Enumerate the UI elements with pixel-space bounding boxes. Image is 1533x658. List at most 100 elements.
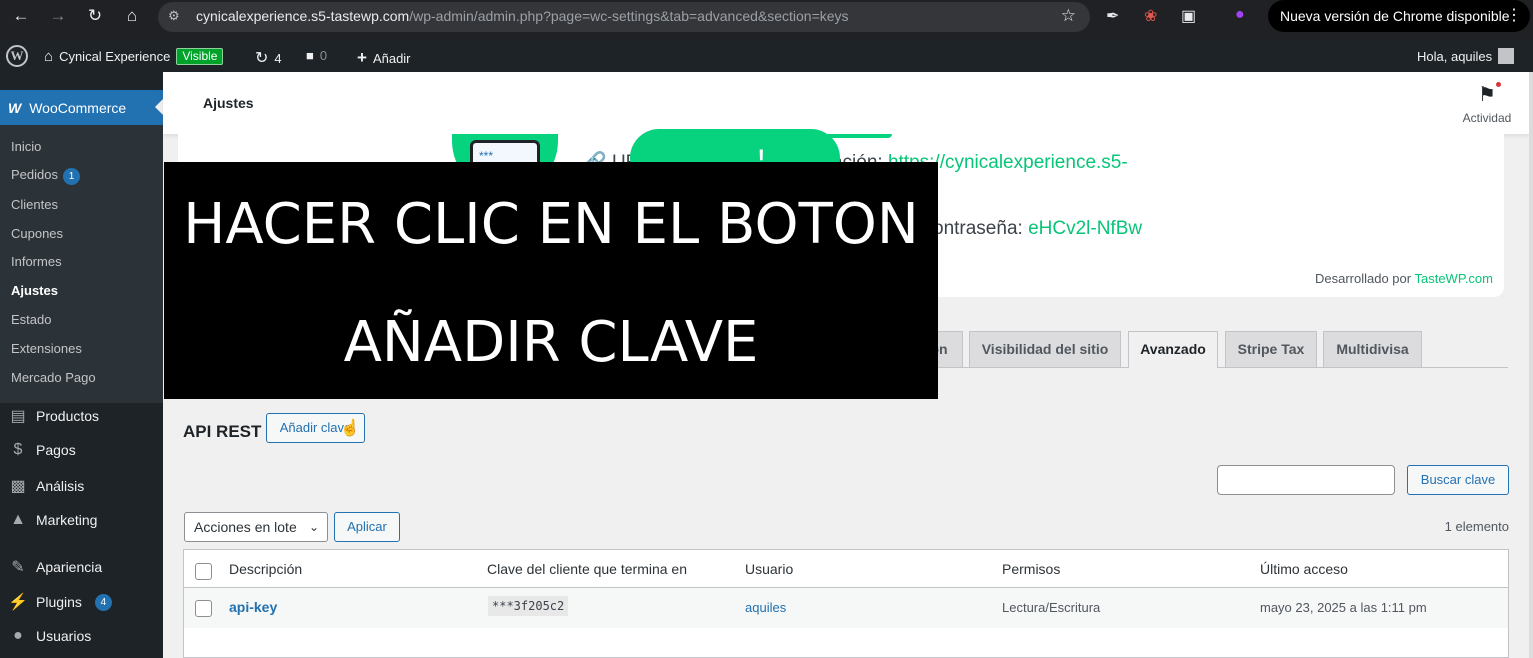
greeting-text: Hola, aquiles [1417,48,1493,64]
tastewp-credit: Desarrollado por TasteWP.com [1314,271,1493,286]
wordpress-logo-icon[interactable]: W [6,45,28,67]
comment-bubble-icon: ■ [306,48,314,63]
submenu-item-cupones[interactable]: Cupones [11,226,63,241]
add-new-link[interactable]: + Añadir [357,48,411,68]
woocommerce-submenu: Inicio Pedidos 1 Clientes Cupones Informe… [0,125,163,403]
password-line: ontraseña: eHCv2l-NfBw [933,218,1143,239]
forward-arrow-icon[interactable]: → [47,5,69,27]
key-last-access: mayo 23, 2025 a las 1:11 pm [1260,600,1427,615]
paintbrush-icon: ✎ [11,559,25,576]
plus-icon: + [357,48,367,67]
caption-line-1: HACER CLIC EN EL BOTON [183,192,919,257]
plugins-count-badge: 4 [94,593,112,611]
sidebar-item-productos[interactable]: ▤ Productos [8,406,99,426]
select-all-checkbox[interactable] [195,563,212,580]
apply-button[interactable]: Aplicar [334,512,400,542]
api-keys-table: Descripción Clave del cliente que termin… [183,549,1509,658]
update-notice-text: Nueva versión de Chrome disponible [1280,8,1510,24]
comments-link[interactable]: ■ 0 [306,48,327,63]
add-new-label: Añadir [372,50,411,66]
url-text: cynicalexperience.s5-tastewp.com/wp-admi… [196,8,849,24]
submenu-item-informes[interactable]: Informes [11,254,62,269]
browser-toolbar: ← → ↻ ⌂ ⚙ cynicalexperience.s5-tastewp.c… [0,0,1533,40]
site-name-link[interactable]: ⌂ Cynical Experience Visible [44,48,224,65]
sidebar-item-plugins[interactable]: ⚡ Plugins 4 [8,592,112,612]
col-permisos: Permisos [1002,561,1061,577]
caption-line-2: AÑADIR CLAVE [343,310,759,375]
col-ultimo-acceso[interactable]: Último acceso [1260,561,1348,577]
table-header: Descripción Clave del cliente que termin… [184,550,1508,588]
submenu-item-pedidos[interactable]: Pedidos 1 [11,167,80,185]
woocommerce-icon: W [8,99,22,116]
user-icon: ● [13,627,23,644]
plug-icon: ⚡ [8,594,28,611]
site-settings-icon[interactable]: ⚙ [168,8,180,24]
tastewp-link[interactable]: TasteWP.com [1414,271,1493,286]
updates-count: 4 [274,50,282,66]
account-menu[interactable]: Hola, aquiles [1417,48,1515,64]
bookmark-star-icon[interactable]: ☆ [1061,6,1076,26]
api-rest-heading: API REST [183,422,262,441]
updates-icon: ↻ [255,50,269,67]
page-scrollbar[interactable] [1529,72,1533,658]
tutorial-caption-overlay: HACER CLIC EN EL BOTON AÑADIR CLAVE [164,162,938,399]
avatar [1498,48,1515,64]
orders-count-badge: 1 [62,168,80,185]
woocommerce-header: Ajustes ⚑ Actividad [163,72,1529,134]
wp-admin-bar: W ⌂ Cynical Experience Visible ↻ 4 ■ 0 +… [0,40,1533,72]
box-icon: ▤ [10,408,26,425]
submenu-item-clientes[interactable]: Clientes [11,197,58,212]
reload-icon[interactable]: ↻ [84,5,106,27]
submenu-item-inicio[interactable]: Inicio [11,139,41,154]
table-row: api-key ***3f205c2 aquiles Lectura/Escri… [184,588,1508,628]
bar-chart-icon: ▩ [10,478,26,495]
tab-visibilidad-del-sitio[interactable]: Visibilidad del sitio [969,331,1121,367]
row-checkbox[interactable] [195,600,212,617]
visibility-badge: Visible [176,48,224,65]
eyedropper-extension-icon[interactable]: ✒ [1106,6,1119,26]
more-menu-icon[interactable]: ⋮ [1506,5,1522,25]
sidebar-item-marketing[interactable]: ▲ Marketing [8,511,97,529]
password-value: eHCv2l-NfBw [1028,218,1143,239]
sidebar-item-pagos[interactable]: $ Pagos [8,441,76,459]
bulk-actions-select[interactable]: Acciones en lote ⌄ [184,512,328,542]
site-name: Cynical Experience [59,49,171,64]
hand-cursor-icon: ☝ [340,420,360,437]
house-icon: ⌂ [44,48,54,65]
comments-count: 0 [319,48,328,63]
submenu-item-estado[interactable]: Estado [11,312,51,327]
col-usuario: Usuario [745,561,794,577]
key-user-link[interactable]: aquiles [745,600,786,615]
submenu-item-extensiones[interactable]: Extensiones [11,341,82,356]
search-key-button[interactable]: Buscar clave [1407,465,1509,495]
sidebar-item-usuarios[interactable]: ● Usuarios [8,627,91,645]
search-keys-input[interactable] [1217,465,1395,495]
updates-link[interactable]: ↻ 4 [255,48,282,68]
sidebar-item-apariencia[interactable]: ✎ Apariencia [8,557,102,577]
back-arrow-icon[interactable]: ← [10,5,32,27]
profile-icon[interactable]: ● [1235,6,1245,24]
activity-panel-button[interactable]: ⚑ Actividad [1455,82,1519,125]
key-description-link[interactable]: api-key [229,599,277,615]
submenu-item-mercado-pago[interactable]: Mercado Pago [11,370,96,385]
puzzle-extensions-icon[interactable]: ▣ [1181,6,1196,26]
woocommerce-label: WooCommerce [29,99,127,116]
tab-stripe-tax[interactable]: Stripe Tax [1225,331,1317,367]
page-title: Ajustes [203,95,254,111]
activity-label: Actividad [1462,111,1512,125]
tab-avanzado[interactable]: Avanzado [1128,331,1218,368]
home-icon[interactable]: ⌂ [121,5,143,27]
col-descripcion[interactable]: Descripción [229,561,302,577]
sidebar-item-analisis[interactable]: ▩ Análisis [8,476,84,496]
submenu-item-ajustes[interactable]: Ajustes [11,283,58,298]
tab-multidivisa[interactable]: Multidivisa [1323,331,1422,367]
bug-extension-icon[interactable]: ❀ [1144,6,1157,26]
chrome-update-button[interactable]: Nueva versión de Chrome disponible ⋮ [1268,0,1530,32]
megaphone-icon: ▲ [10,511,26,528]
key-ending: ***3f205c2 [488,596,569,616]
chevron-down-icon: ⌄ [308,520,319,534]
address-bar[interactable]: ⚙ cynicalexperience.s5-tastewp.com/wp-ad… [158,2,1090,32]
woocommerce-menu[interactable]: W WooCommerce [0,90,163,125]
items-count: 1 elemento [1444,519,1509,534]
col-clave: Clave del cliente que termina en [487,561,688,577]
